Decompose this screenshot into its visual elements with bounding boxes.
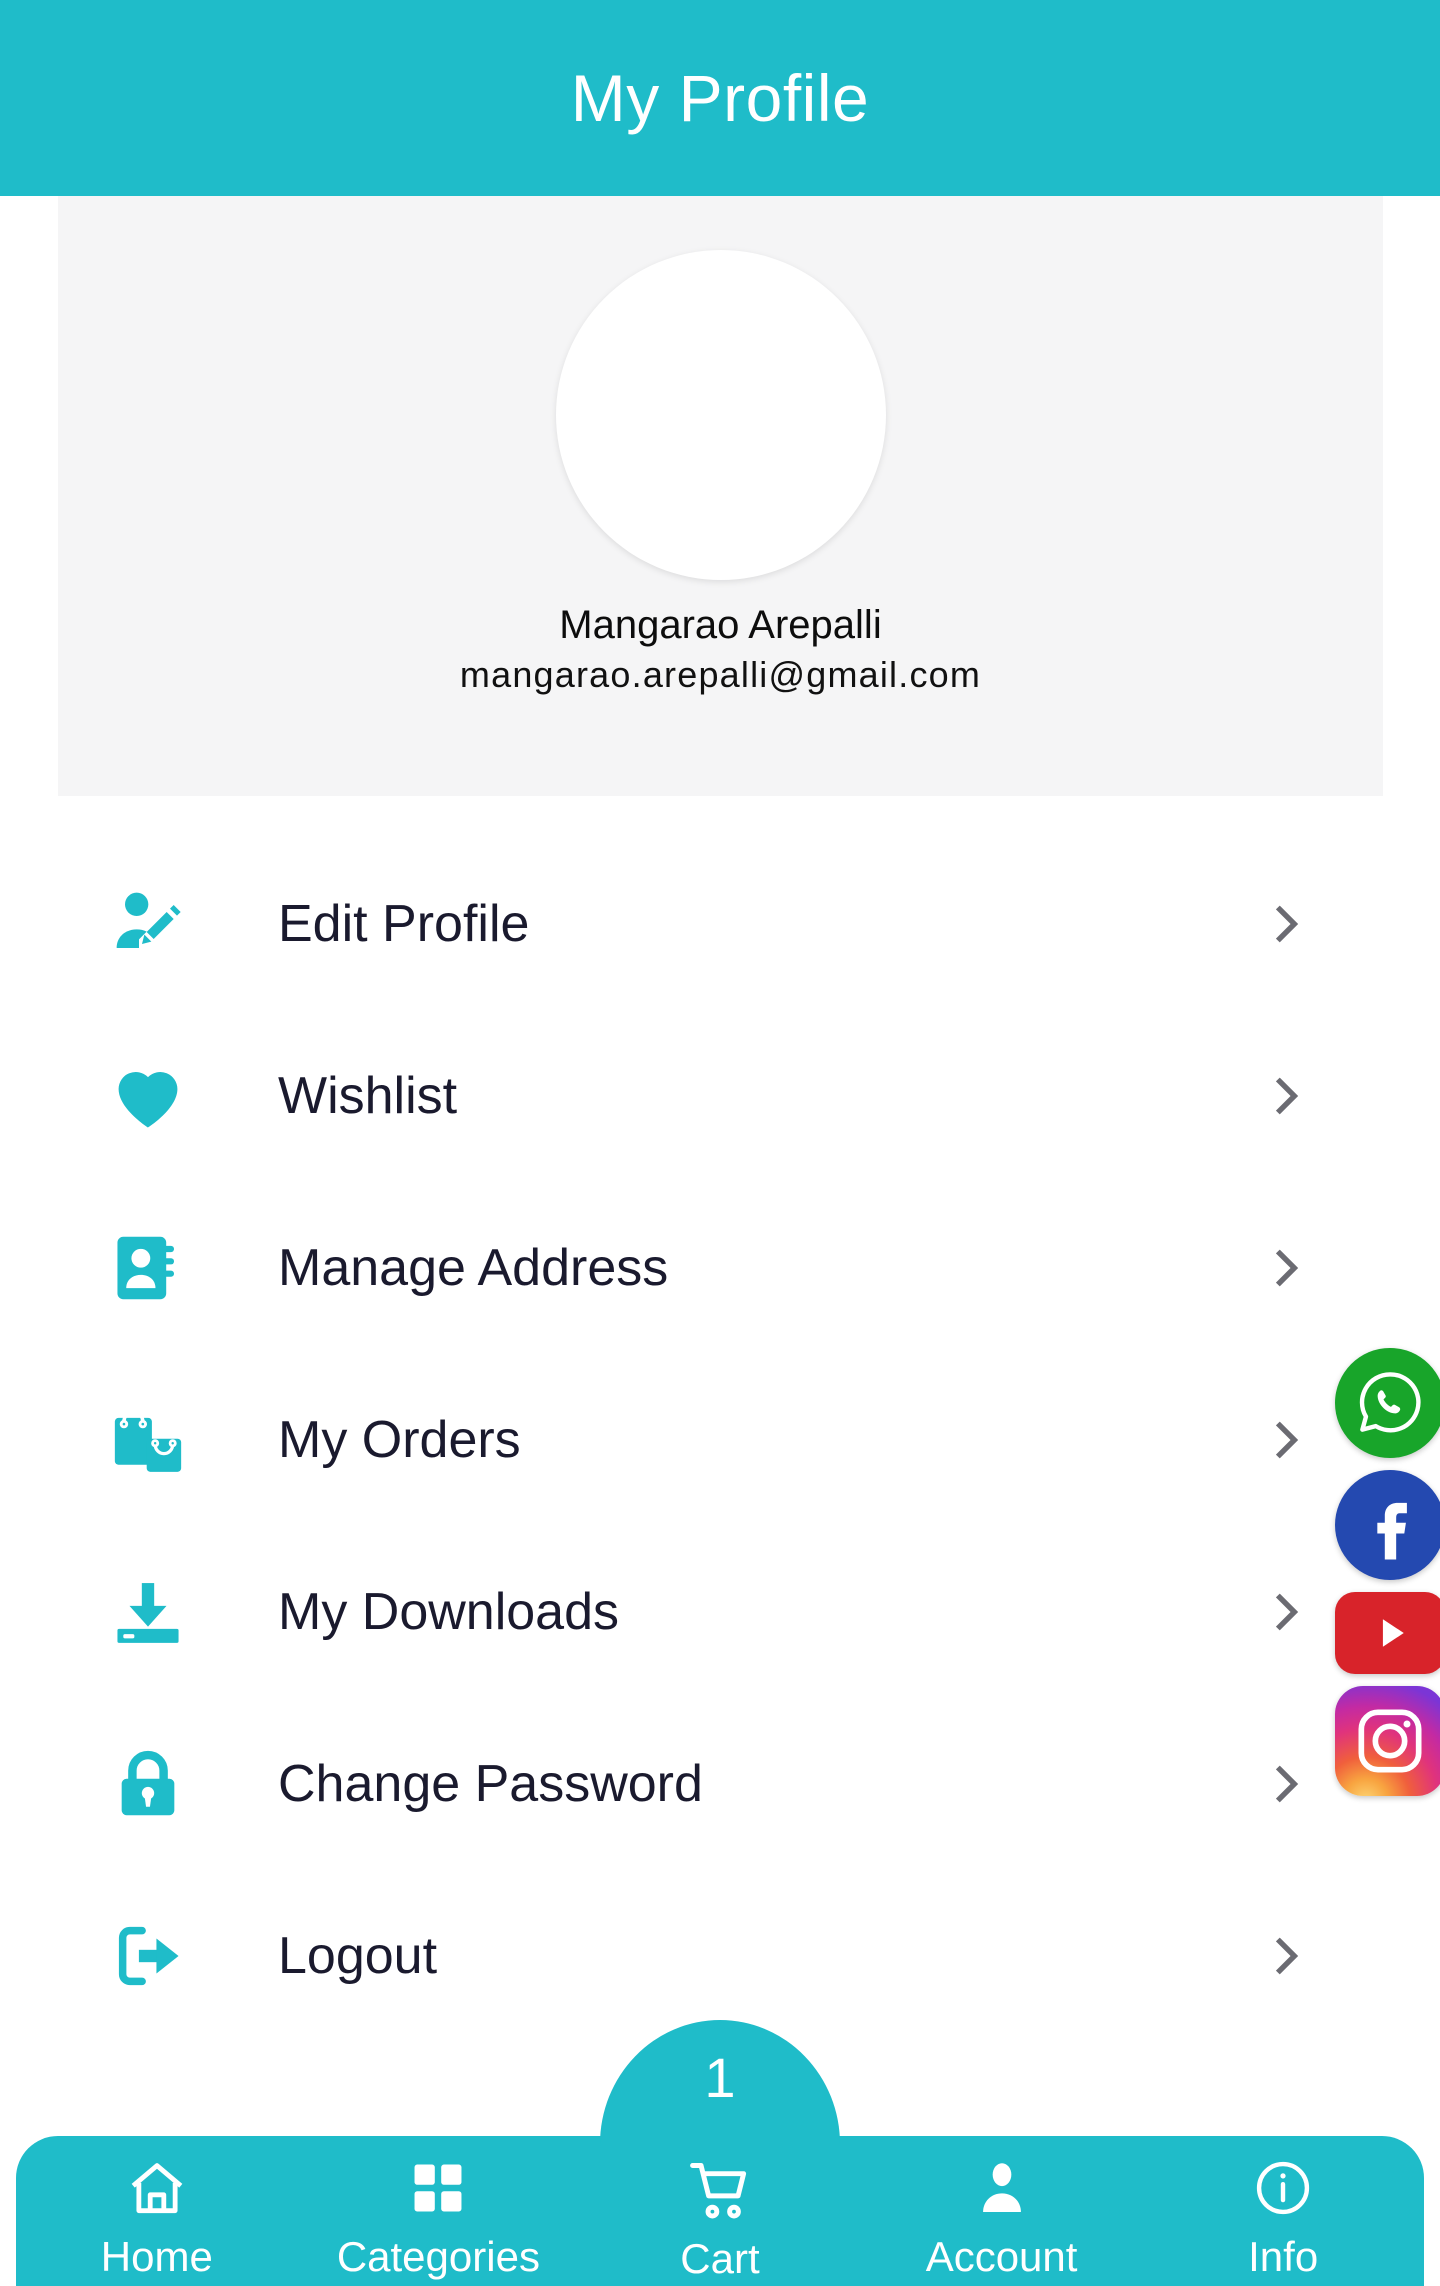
nav-item-account[interactable]: Account — [861, 2136, 1143, 2286]
cart-icon — [685, 2154, 755, 2226]
nav-item-label: Account — [925, 2233, 1078, 2280]
cart-badge-bump[interactable]: 1 — [600, 2020, 840, 2144]
profile-name: Mangarao Arepalli — [559, 603, 882, 647]
nav-item-home[interactable]: Home — [16, 2136, 298, 2286]
avatar[interactable] — [555, 250, 886, 580]
chevron-right-icon — [1258, 1068, 1314, 1124]
logout-icon — [105, 1913, 191, 1999]
menu-item-change-password[interactable]: Change Password — [0, 1698, 1440, 1870]
menu-item-label: Change Password — [278, 1755, 703, 1813]
cart-badge-count: 1 — [704, 2046, 736, 2109]
nav-item-label: Cart — [680, 2235, 760, 2282]
profile-card: Mangarao Arepalli mangarao.arepalli@gmai… — [58, 196, 1383, 796]
chevron-right-icon — [1258, 896, 1314, 952]
nav-item-label: Home — [100, 2233, 213, 2280]
edit-profile-icon — [105, 881, 191, 967]
menu-item-my-orders[interactable]: My Orders — [0, 1354, 1440, 1526]
heart-icon — [105, 1053, 191, 1139]
social-links-stack — [1328, 1348, 1440, 1796]
profile-menu-list: Edit Profile Wishlist Manage Address My … — [0, 838, 1440, 2042]
profile-email: mangarao.arepalli@gmail.com — [459, 654, 982, 695]
chevron-right-icon — [1258, 1240, 1314, 1296]
bottom-navigation: 1 Home Categories Cart Account Info — [0, 2020, 1440, 2286]
chevron-right-icon — [1258, 1928, 1314, 1984]
home-icon — [123, 2152, 191, 2224]
nav-item-cart[interactable]: Cart — [579, 2136, 861, 2286]
menu-item-wishlist[interactable]: Wishlist — [0, 1010, 1440, 1182]
menu-item-label: Manage Address — [278, 1239, 669, 1297]
chevron-right-icon — [1258, 1412, 1314, 1468]
address-book-icon — [105, 1225, 191, 1311]
profile-screen: My Profile Mangarao Arepalli mangarao.ar… — [0, 0, 1440, 2286]
menu-item-label: Logout — [278, 1927, 438, 1985]
person-icon — [970, 2152, 1034, 2224]
menu-item-label: My Downloads — [278, 1583, 620, 1641]
lock-icon — [105, 1741, 191, 1827]
facebook-icon[interactable] — [1335, 1470, 1440, 1580]
app-header: My Profile — [0, 0, 1440, 196]
menu-item-my-downloads[interactable]: My Downloads — [0, 1526, 1440, 1698]
chevron-right-icon — [1258, 1584, 1314, 1640]
youtube-icon[interactable] — [1335, 1592, 1440, 1674]
menu-item-logout[interactable]: Logout — [0, 1870, 1440, 2042]
whatsapp-icon[interactable] — [1335, 1348, 1440, 1458]
menu-item-label: My Orders — [278, 1411, 521, 1469]
download-icon — [105, 1569, 191, 1655]
menu-item-label: Edit Profile — [278, 895, 530, 953]
nav-item-label: Info — [1248, 2233, 1319, 2280]
page-title: My Profile — [570, 61, 870, 135]
bottom-nav-bar: Home Categories Cart Account Info — [16, 2136, 1424, 2286]
info-icon — [1250, 2152, 1316, 2224]
nav-item-categories[interactable]: Categories — [298, 2136, 580, 2286]
grid-icon — [406, 2152, 470, 2224]
menu-item-edit-profile[interactable]: Edit Profile — [0, 838, 1440, 1010]
instagram-icon[interactable] — [1335, 1686, 1440, 1796]
menu-item-manage-address[interactable]: Manage Address — [0, 1182, 1440, 1354]
nav-item-info[interactable]: Info — [1142, 2136, 1424, 2286]
chevron-right-icon — [1258, 1756, 1314, 1812]
menu-item-label: Wishlist — [278, 1067, 458, 1125]
nav-item-label: Categories — [336, 2233, 540, 2280]
shopping-bags-icon — [105, 1397, 191, 1483]
